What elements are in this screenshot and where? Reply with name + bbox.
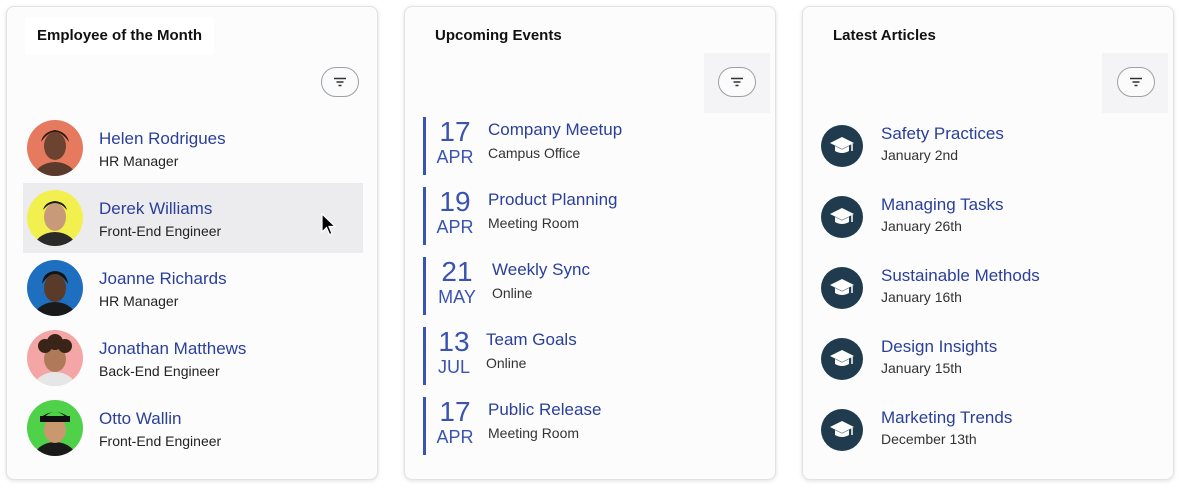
event-title: Team Goals [486,330,577,349]
event-day: 19 [439,186,471,217]
event-month: APR [436,147,474,167]
event-location: Campus Office [488,145,581,161]
event-title: Company Meetup [488,120,623,139]
event-item[interactable]: 17 APR Company Meetup Campus Office [423,117,763,175]
event-item[interactable]: 13 JUL Team Goals Online [423,327,763,385]
event-day: 13 [438,326,470,357]
event-item[interactable]: 19 APR Product Planning Meeting Room [423,187,763,245]
employee-role: Front-End Engineer [99,222,222,239]
article-item[interactable]: Managing Tasks January 26th [821,190,1161,261]
event-month: APR [436,427,474,447]
event-item[interactable]: 17 APR Public Release Meeting Room [423,397,763,455]
article-title: Sustainable Methods [881,266,1040,285]
latest-articles-card: Latest Articles Safety Practices January… [802,6,1174,480]
event-date: 17 APR [426,397,484,455]
event-day: 17 [439,396,471,427]
event-title: Weekly Sync [492,260,590,279]
employee-role: HR Manager [99,292,179,309]
employee-item[interactable]: Jonathan Matthews Back-End Engineer [23,323,363,393]
event-date: 21 MAY [426,257,488,315]
event-date: 13 JUL [426,327,482,385]
employee-item[interactable]: Joanne Richards HR Manager [23,253,363,323]
filter-icon [731,77,743,87]
event-location: Meeting Room [488,425,580,441]
event-title: Product Planning [488,190,618,209]
avatar [27,400,83,456]
employee-role: Back-End Engineer [99,362,220,379]
employee-name: Helen Rodrigues [99,128,226,148]
graduation-cap-icon [821,338,863,380]
graduation-cap-icon [821,409,863,451]
employee-of-month-card: Employee of the Month Helen Rodrigues HR… [6,6,378,480]
event-location: Online [486,355,527,371]
event-title: Public Release [488,400,602,419]
avatar [27,120,83,176]
article-item[interactable]: Marketing Trends December 13th [821,403,1161,474]
avatar [27,260,83,316]
event-day: 21 [441,256,473,287]
filter-icon [334,77,346,87]
employee-role: Front-End Engineer [99,432,222,449]
mouse-pointer-icon [321,213,337,236]
event-month: MAY [438,287,476,307]
upcoming-events-card: Upcoming Events 17 APR Company Meetup Ca… [404,6,776,480]
article-item[interactable]: Sustainable Methods January 16th [821,261,1161,332]
filter-button[interactable] [718,67,756,97]
article-item[interactable]: Safety Practices January 2nd [821,119,1161,190]
avatar [27,190,83,246]
graduation-cap-icon [821,267,863,309]
filter-button[interactable] [321,67,359,97]
employee-item[interactable]: Helen Rodrigues HR Manager [23,113,363,183]
article-date: January 16th [881,289,962,305]
article-title: Marketing Trends [881,408,1013,427]
employee-name: Joanne Richards [99,268,227,288]
card-title: Latest Articles [833,27,936,44]
article-title: Design Insights [881,337,998,356]
card-title: Upcoming Events [435,27,562,44]
article-date: January 2nd [881,147,959,163]
employee-name: Derek Williams [99,198,213,218]
article-date: January 26th [881,218,962,234]
event-date: 19 APR [426,187,484,245]
card-title: Employee of the Month [25,17,214,55]
employee-name: Otto Wallin [99,408,182,428]
graduation-cap-icon [821,196,863,238]
employee-item[interactable]: Otto Wallin Front-End Engineer [23,393,363,463]
article-title: Managing Tasks [881,195,1004,214]
avatar [27,330,83,386]
article-list: Safety Practices January 2nd Managing Ta… [821,119,1161,474]
article-date: January 15th [881,360,962,376]
event-day: 17 [439,116,471,147]
employee-role: HR Manager [99,152,179,169]
filter-icon [1130,77,1142,87]
employee-list: Helen Rodrigues HR Manager Derek William… [23,113,363,463]
event-month: JUL [437,357,470,377]
employee-name: Jonathan Matthews [99,338,247,358]
event-month: APR [436,217,474,237]
employee-item[interactable]: Derek Williams Front-End Engineer [23,183,363,253]
article-title: Safety Practices [881,124,1004,143]
event-location: Meeting Room [488,215,580,231]
event-item[interactable]: 21 MAY Weekly Sync Online [423,257,763,315]
graduation-cap-icon [821,125,863,167]
event-list: 17 APR Company Meetup Campus Office 19 A… [423,117,763,467]
filter-button[interactable] [1117,67,1155,97]
article-date: December 13th [881,431,977,447]
event-date: 17 APR [426,117,484,175]
article-item[interactable]: Design Insights January 15th [821,332,1161,403]
event-location: Online [492,285,533,301]
